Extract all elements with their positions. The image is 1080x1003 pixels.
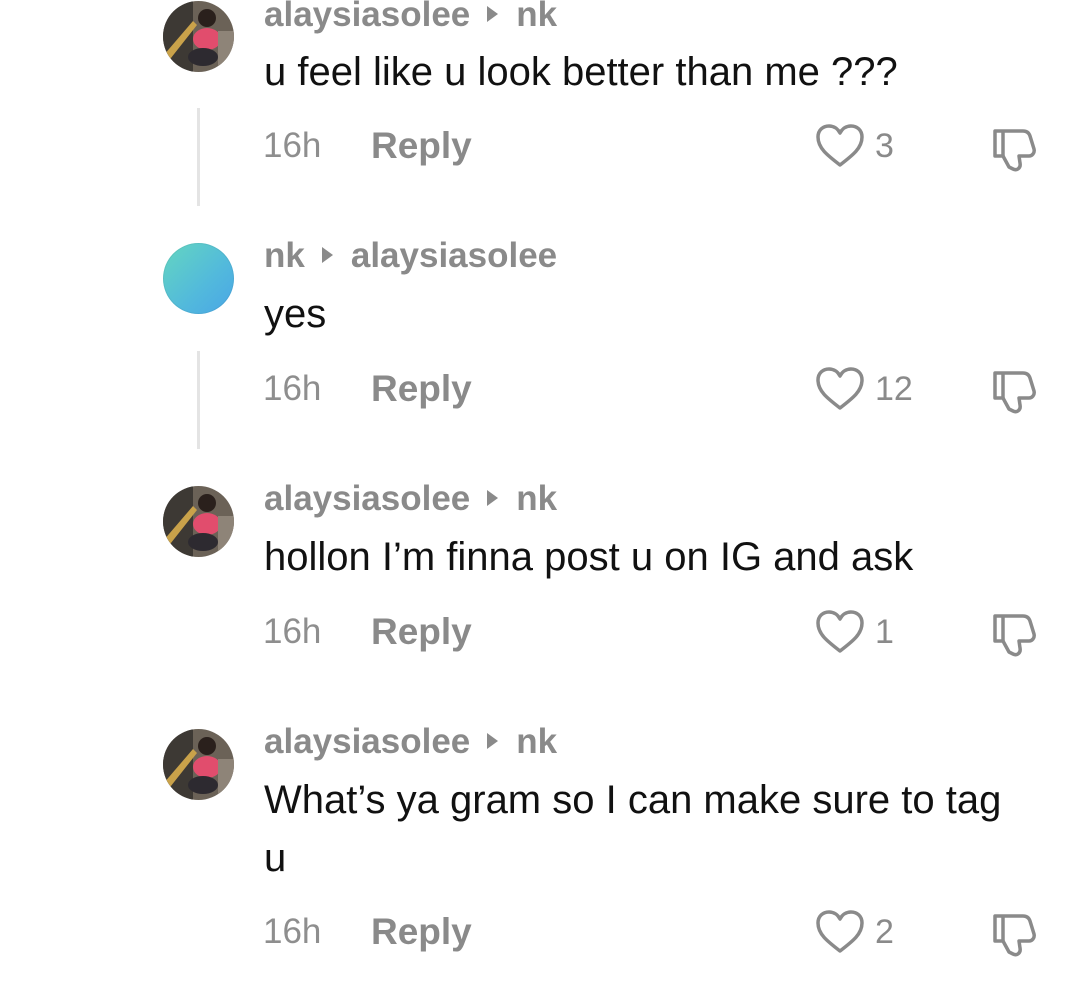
comment-header: alaysiasolee nk (264, 722, 557, 762)
thread-line (197, 108, 200, 206)
comment-text: u feel like u look better than me ??? (264, 50, 898, 94)
comment-time: 16h (263, 912, 322, 951)
reply-button[interactable]: Reply (371, 612, 472, 652)
heart-outline-icon (816, 610, 864, 653)
dislike-button[interactable] (989, 908, 1039, 958)
comment-time: 16h (263, 126, 322, 165)
comment-text: yes (264, 292, 327, 336)
like-button[interactable]: 2 (815, 908, 894, 956)
like-button[interactable]: 12 (815, 365, 913, 413)
reply-to-name[interactable]: nk (516, 0, 557, 34)
author-name[interactable]: nk (264, 236, 305, 275)
avatar-photo (163, 486, 234, 557)
reply-button[interactable]: Reply (371, 369, 472, 409)
reply-to-name[interactable]: alaysiasolee (351, 236, 557, 275)
like-count: 2 (875, 913, 894, 951)
like-button[interactable]: 3 (815, 122, 894, 170)
avatar-photo (163, 729, 234, 800)
reply-button[interactable]: Reply (371, 912, 472, 952)
comment-header: alaysiasolee nk (264, 0, 557, 35)
comment-text: What’s ya gram so I can make sure to tag… (264, 778, 1002, 880)
triangle-right-icon (321, 247, 333, 263)
avatar[interactable] (163, 1, 234, 72)
reply-to-name[interactable]: nk (516, 722, 557, 761)
thumbs-down-icon (993, 914, 1036, 957)
comment-header: nk alaysiasolee (264, 236, 557, 276)
heart-outline-icon (816, 367, 864, 410)
avatar[interactable] (163, 729, 234, 800)
heart-outline-icon (816, 124, 864, 167)
dislike-button[interactable] (989, 365, 1039, 415)
comment-time: 16h (263, 369, 322, 408)
like-count: 3 (875, 127, 894, 165)
reply-button[interactable]: Reply (371, 126, 472, 166)
triangle-right-icon (487, 6, 499, 22)
comment-text: hollon I’m finna post u on IG and ask (264, 535, 914, 579)
heart-outline-icon (816, 910, 864, 953)
triangle-right-icon (487, 490, 499, 506)
comment-header: alaysiasolee nk (264, 479, 557, 519)
avatar-photo (163, 1, 234, 72)
author-name[interactable]: alaysiasolee (264, 722, 470, 761)
thumbs-down-icon (993, 371, 1036, 414)
comment-time: 16h (263, 612, 322, 651)
like-count: 12 (875, 370, 913, 408)
triangle-right-icon (487, 733, 499, 749)
like-count: 1 (875, 613, 894, 651)
author-name[interactable]: alaysiasolee (264, 479, 470, 518)
like-button[interactable]: 1 (815, 608, 894, 656)
thumbs-down-icon (993, 614, 1036, 657)
avatar[interactable] (163, 243, 234, 314)
author-name[interactable]: alaysiasolee (264, 0, 470, 34)
dislike-button[interactable] (989, 608, 1039, 658)
thumbs-down-icon (993, 129, 1036, 172)
thread-line (197, 351, 200, 449)
reply-to-name[interactable]: nk (516, 479, 557, 518)
avatar[interactable] (163, 486, 234, 557)
dislike-button[interactable] (989, 123, 1039, 173)
